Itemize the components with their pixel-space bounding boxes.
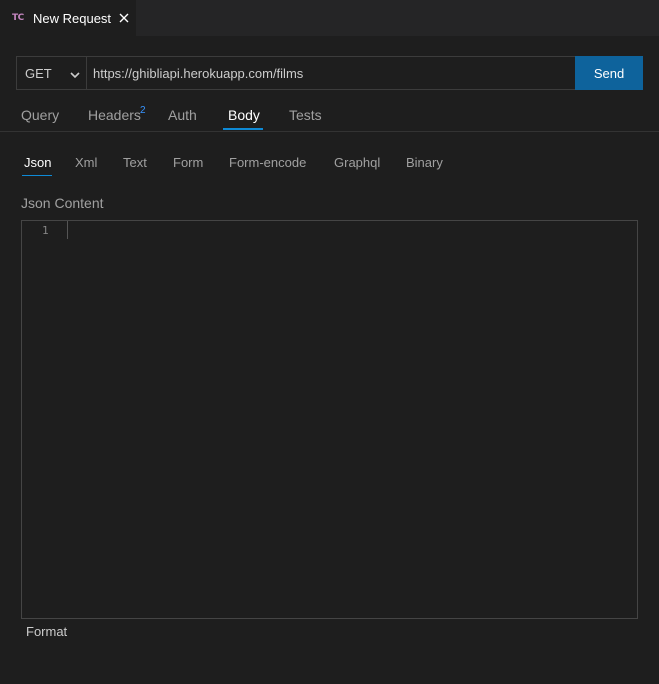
json-editor[interactable]: 1 xyxy=(21,220,638,619)
tab-body[interactable]: Body xyxy=(228,107,260,123)
line-number: 1 xyxy=(42,224,49,237)
format-button[interactable]: Format xyxy=(26,624,67,639)
tab-xml[interactable]: Xml xyxy=(75,155,97,170)
body-type-tabs: Json Xml Text Form Form-encode Graphql B… xyxy=(0,150,659,178)
url-input[interactable]: https://ghibliapi.herokuapp.com/films xyxy=(87,57,575,89)
tab-auth[interactable]: Auth xyxy=(168,107,197,123)
tab-headers[interactable]: Headers xyxy=(88,107,141,123)
editor-tab-bar: TC New Request xyxy=(0,0,659,36)
send-button[interactable]: Send xyxy=(575,56,643,90)
tab-graphql[interactable]: Graphql xyxy=(334,155,380,170)
active-body-tab-indicator xyxy=(22,175,52,176)
tab-json[interactable]: Json xyxy=(24,155,51,170)
request-tabs: Query Headers 2 Auth Body Tests xyxy=(0,100,659,132)
active-tab-indicator xyxy=(223,128,263,130)
tab-query[interactable]: Query xyxy=(21,107,59,123)
tab-binary[interactable]: Binary xyxy=(406,155,443,170)
text-cursor xyxy=(67,221,68,239)
method-value: GET xyxy=(25,65,52,81)
tab-new-request[interactable]: TC New Request xyxy=(0,0,137,36)
headers-count-badge: 2 xyxy=(140,105,146,116)
tab-text[interactable]: Text xyxy=(123,155,147,170)
close-icon[interactable] xyxy=(116,10,132,26)
tab-title: New Request xyxy=(33,10,112,26)
request-bar: GET https://ghibliapi.herokuapp.com/film… xyxy=(16,56,643,90)
json-content-label: Json Content xyxy=(21,195,104,211)
thunder-client-logo-icon: TC xyxy=(12,13,24,23)
chevron-down-icon xyxy=(70,68,80,83)
tab-form-encode[interactable]: Form-encode xyxy=(229,155,306,170)
tab-form[interactable]: Form xyxy=(173,155,203,170)
tab-tests[interactable]: Tests xyxy=(289,107,322,123)
method-select[interactable]: GET xyxy=(17,57,87,89)
